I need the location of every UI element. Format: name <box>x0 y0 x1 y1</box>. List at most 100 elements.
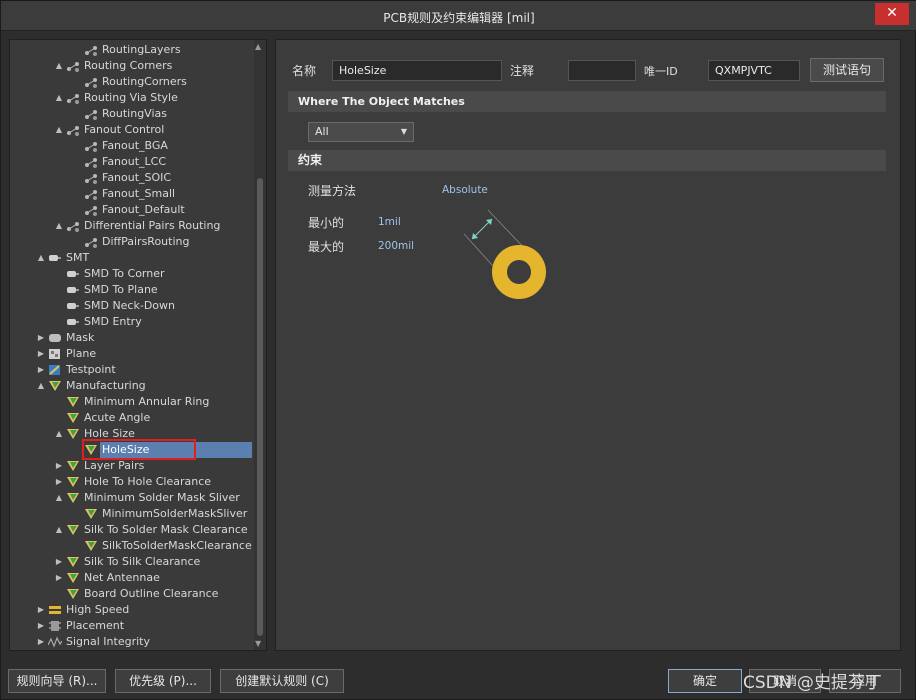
tree-item-label: Fanout_BGA <box>102 139 168 152</box>
tree-item[interactable]: ▲ Minimum Solder Mask Sliver <box>10 490 254 506</box>
manufacturing-icon <box>66 412 80 424</box>
testpoint-icon <box>48 364 62 376</box>
comment-field[interactable] <box>568 60 636 81</box>
collapse-toggle-icon[interactable]: ▲ <box>54 122 64 138</box>
collapse-toggle-icon[interactable]: ▲ <box>54 490 64 506</box>
tree-item[interactable]: ▶ High Speed <box>10 602 254 618</box>
min-value[interactable]: 1mil <box>378 216 401 228</box>
ok-button[interactable]: 确定 <box>668 669 742 693</box>
tree-item[interactable]: RoutingLayers <box>10 42 254 58</box>
tree-item[interactable]: MinimumSolderMaskSliver <box>10 506 254 522</box>
collapse-toggle-icon[interactable]: ▲ <box>54 90 64 106</box>
measure-value[interactable]: Absolute <box>442 184 488 196</box>
rule-branch-icon <box>84 156 98 168</box>
tree-item[interactable]: SMD Neck-Down <box>10 298 254 314</box>
close-button[interactable]: ✕ <box>875 3 909 25</box>
tree-item[interactable]: Fanout_SOIC <box>10 170 254 186</box>
tree-item-label: SilkToSolderMaskClearance <box>102 539 252 552</box>
manufacturing-icon <box>66 556 80 568</box>
expand-toggle-icon[interactable]: ▶ <box>36 362 46 378</box>
scroll-up-icon[interactable]: ▲ <box>255 42 261 51</box>
drill-hole-shape <box>507 260 531 284</box>
tree-item-label: Fanout Control <box>84 123 165 136</box>
tree-item-label: Routing Via Style <box>84 91 178 104</box>
tree-item[interactable]: ▶ Signal Integrity <box>10 634 254 650</box>
tree-item[interactable]: ▶ Layer Pairs <box>10 458 254 474</box>
title-bar: PCB规则及约束编辑器 [mil] ✕ <box>1 1 916 31</box>
tree-item[interactable]: SMD To Plane <box>10 282 254 298</box>
tree-item[interactable]: Minimum Annular Ring <box>10 394 254 410</box>
tree-item[interactable]: SilkToSolderMaskClearance <box>10 538 254 554</box>
tree-item[interactable]: ▶ Net Antennae <box>10 570 254 586</box>
where-matches-header: Where The Object Matches <box>288 91 886 112</box>
tree-item[interactable]: ▲ SMT <box>10 250 254 266</box>
expand-toggle-icon[interactable]: ▶ <box>36 346 46 362</box>
tree-item[interactable]: RoutingVias <box>10 106 254 122</box>
create-default-rules-button[interactable]: 创建默认规则 (C) <box>220 669 344 693</box>
manufacturing-icon <box>66 428 80 440</box>
scope-dropdown[interactable]: All ▼ <box>308 122 414 142</box>
tree-item[interactable]: ▲ Fanout Control <box>10 122 254 138</box>
tree-item[interactable]: Fanout_Default <box>10 202 254 218</box>
rule-wizard-button[interactable]: 规则向导 (R)... <box>8 669 106 693</box>
tree-item[interactable]: RoutingCorners <box>10 74 254 90</box>
signal-integrity-icon <box>47 636 63 648</box>
expand-toggle-icon[interactable]: ▶ <box>54 474 64 490</box>
tree-item[interactable]: ▶ Testpoint <box>10 362 254 378</box>
tree-scrollbar[interactable]: ▲ ▼ <box>254 40 266 650</box>
chevron-down-icon: ▼ <box>400 127 407 136</box>
uid-field[interactable]: QXMPJVTC <box>708 60 800 81</box>
tree-item[interactable]: HoleSize <box>10 439 254 460</box>
tree-item[interactable]: SMD Entry <box>10 314 254 330</box>
scroll-thumb[interactable] <box>257 178 263 636</box>
tree-item-label: Routing Corners <box>84 59 173 72</box>
tree-item[interactable]: ▶ Hole To Hole Clearance <box>10 474 254 490</box>
tree-item-label: Minimum Annular Ring <box>84 395 210 408</box>
name-field[interactable]: HoleSize <box>332 60 502 81</box>
tree-item-label: MinimumSolderMaskSliver <box>102 507 248 520</box>
tree-item-label: Manufacturing <box>66 379 146 392</box>
tree-item[interactable]: ▲ Silk To Solder Mask Clearance <box>10 522 254 538</box>
collapse-toggle-icon[interactable]: ▲ <box>54 426 64 442</box>
tree-item[interactable]: ▲ Routing Corners <box>10 58 254 74</box>
comment-label: 注释 <box>510 64 535 78</box>
tree-item[interactable]: ▶ Placement <box>10 618 254 634</box>
expand-toggle-icon[interactable]: ▶ <box>54 554 64 570</box>
tree-item[interactable]: Fanout_LCC <box>10 154 254 170</box>
tree-item[interactable]: ▶ Mask <box>10 330 254 346</box>
tree-item[interactable]: Fanout_BGA <box>10 138 254 154</box>
tree-item[interactable]: SMD To Corner <box>10 266 254 282</box>
scope-value: All <box>315 125 329 138</box>
priority-button[interactable]: 优先级 (P)... <box>115 669 211 693</box>
expand-toggle-icon[interactable]: ▶ <box>54 570 64 586</box>
constraints-header: 约束 <box>288 150 886 171</box>
rule-branch-icon <box>84 188 98 200</box>
expand-toggle-icon[interactable]: ▶ <box>54 458 64 474</box>
collapse-toggle-icon[interactable]: ▲ <box>54 58 64 74</box>
expand-toggle-icon[interactable]: ▶ <box>36 618 46 634</box>
tree-item-label: Signal Integrity <box>66 635 150 648</box>
tree-item[interactable]: ▲ Manufacturing <box>10 378 254 394</box>
measure-label: 测量方法 <box>308 184 357 198</box>
smt-icon <box>66 316 80 328</box>
placement-icon <box>48 620 62 632</box>
collapse-toggle-icon[interactable]: ▲ <box>36 250 46 266</box>
test-query-button[interactable]: 测试语句 <box>810 58 884 82</box>
scroll-down-icon[interactable]: ▼ <box>255 639 261 648</box>
tree-item[interactable]: DiffPairsRouting <box>10 234 254 250</box>
tree-item[interactable]: ▲ Routing Via Style <box>10 90 254 106</box>
expand-toggle-icon[interactable]: ▶ <box>36 330 46 346</box>
tree-item[interactable]: ▲ Differential Pairs Routing <box>10 218 254 234</box>
collapse-toggle-icon[interactable]: ▲ <box>54 218 64 234</box>
tree-item[interactable]: Board Outline Clearance <box>10 586 254 602</box>
tree-item[interactable]: ▶ Plane <box>10 346 254 362</box>
expand-toggle-icon[interactable]: ▶ <box>36 602 46 618</box>
collapse-toggle-icon[interactable]: ▲ <box>36 378 46 394</box>
tree-item[interactable]: Fanout_Small <box>10 186 254 202</box>
tree-item[interactable]: Acute Angle <box>10 410 254 426</box>
expand-toggle-icon[interactable]: ▶ <box>36 634 46 650</box>
collapse-toggle-icon[interactable]: ▲ <box>54 522 64 538</box>
tree-item[interactable]: ▶ Silk To Silk Clearance <box>10 554 254 570</box>
max-value[interactable]: 200mil <box>378 240 414 252</box>
tree-item[interactable]: ▲ Hole Size <box>10 426 254 442</box>
